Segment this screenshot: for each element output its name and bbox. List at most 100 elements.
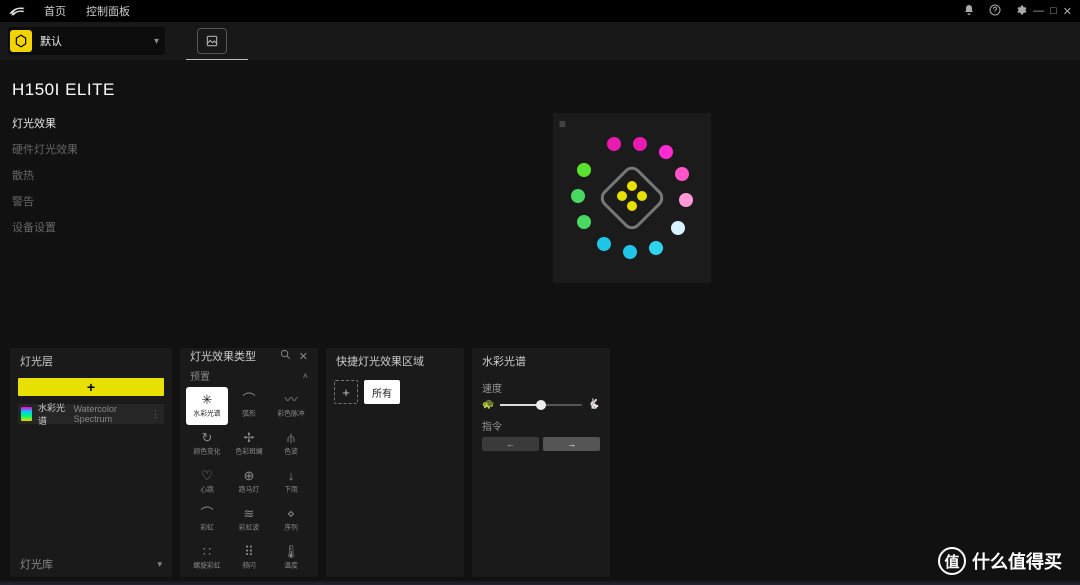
zone-all-chip[interactable]: 所有 (364, 380, 400, 404)
effect-label: 色彩斑斓 (235, 447, 262, 456)
ring-led[interactable] (607, 137, 621, 151)
notifications-icon[interactable] (963, 4, 975, 19)
effect-icon: ≋ (244, 507, 255, 520)
effect-label: 弧形 (242, 409, 256, 418)
sidebar-item[interactable]: 设备设置 (12, 214, 182, 240)
search-icon[interactable] (280, 349, 291, 363)
ring-led[interactable] (679, 193, 693, 207)
pump-led[interactable] (627, 181, 637, 191)
effect-type-cell[interactable]: ≋ 彩虹波 (228, 501, 270, 539)
preview-menu-icon[interactable]: ≡ (559, 117, 566, 131)
panel-title: 灯光层 (20, 353, 53, 369)
spectrum-swatch-icon (21, 407, 32, 421)
chevron-down-icon: ▾ (157, 559, 162, 570)
effect-type-cell[interactable]: 〰彩色脉冲 (270, 387, 312, 425)
effect-label: 彩虹波 (239, 523, 259, 532)
help-icon[interactable] (989, 4, 1001, 19)
effect-type-cell[interactable]: ∷螺旋彩虹 (186, 539, 228, 577)
ring-led[interactable] (675, 167, 689, 181)
direction-label: 指令 (482, 418, 600, 433)
add-layer-button[interactable]: + (18, 378, 164, 396)
effect-icon: ✳ (202, 393, 213, 406)
sidebar-item[interactable]: 散热 (12, 162, 182, 188)
panel-effect-type: 灯光效果类型 ✕ 预置 ˄ ✳ 水彩光谱 ⌒ 弧形 〰彩色脉冲 ↻颜色变化✢色彩斑斓⫛色波… (180, 348, 318, 577)
effect-label: 颜色变化 (193, 447, 220, 456)
slow-icon: 🐢 (482, 399, 494, 410)
effect-label: 下雨 (284, 485, 298, 494)
ring-led[interactable] (577, 163, 591, 177)
nav-home[interactable]: 首页 (44, 3, 66, 19)
ring-led[interactable] (633, 137, 647, 151)
profile-name: 默认 (40, 33, 154, 49)
pump-led[interactable] (637, 191, 647, 201)
sidebar-item[interactable]: 硬件灯光效果 (12, 136, 182, 162)
ring-led[interactable] (671, 221, 685, 235)
effect-label: 频闪 (242, 561, 256, 570)
effect-type-cell[interactable]: ✢色彩斑斓 (228, 425, 270, 463)
speed-slider[interactable] (500, 404, 581, 406)
effect-type-cell[interactable]: ⌒彩虹 (186, 501, 228, 539)
effect-label: 彩色脉冲 (277, 409, 304, 418)
layer-item[interactable]: 水彩光谱 Watercolor Spectrum ⋮ (18, 404, 164, 424)
speed-label: 速度 (482, 380, 600, 395)
more-icon[interactable]: ⋮ (151, 409, 160, 420)
effect-icon: ⠿ (244, 545, 254, 558)
effect-label: 水彩光谱 (193, 409, 220, 418)
ring-led[interactable] (649, 241, 663, 255)
fast-icon: 🐇 (588, 399, 600, 410)
ring-led[interactable] (623, 245, 637, 259)
device-title: H150I ELITE (12, 80, 182, 100)
close-icon[interactable]: ✕ (299, 350, 308, 363)
pump-led[interactable] (627, 201, 637, 211)
layer-name: 水彩光谱 (38, 401, 71, 427)
effect-label: 心跳 (200, 485, 214, 494)
effect-icon: ♡ (201, 469, 213, 482)
effect-label: 彩虹 (200, 523, 214, 532)
add-zone-button[interactable]: + (334, 380, 358, 404)
corsair-logo-icon (8, 3, 26, 20)
effect-type-cell[interactable]: ↓下雨 (270, 463, 312, 501)
effect-type-cell[interactable]: ♡ 心跳 (186, 463, 228, 501)
effect-icon: ⋄ (287, 507, 295, 520)
effect-type-cell[interactable]: ⋄序列 (270, 501, 312, 539)
profile-selector[interactable]: 默认 ▾ (8, 27, 165, 55)
sidebar-item[interactable]: 警告 (12, 188, 182, 214)
effect-icon: 🌡 (283, 545, 300, 558)
ring-led[interactable] (597, 237, 611, 251)
ring-led[interactable] (659, 145, 673, 159)
device-preview: ≡ (553, 113, 711, 283)
effect-label: 螺旋彩虹 (193, 561, 220, 570)
panel-quick-zone: 快捷灯光效果区域 + 所有 (326, 348, 464, 577)
effect-icon: ⊕ (244, 469, 255, 482)
effect-type-cell[interactable]: ⠿ 频闪 (228, 539, 270, 577)
chevron-down-icon: ▾ (154, 36, 159, 47)
direction-right-button[interactable]: → (543, 437, 600, 451)
nav-dashboard[interactable]: 控制面板 (86, 3, 130, 19)
sidebar-item[interactable]: 灯光效果 (12, 110, 182, 136)
window-close-icon[interactable]: ✕ (1063, 5, 1072, 18)
window-maximize-icon[interactable]: □ (1050, 5, 1057, 17)
effect-type-cell[interactable]: ✳ 水彩光谱 (186, 387, 228, 425)
ring-led[interactable] (577, 215, 591, 229)
panel-effect-settings: 水彩光谱 速度 🐢 🐇 指令 ← → (472, 348, 610, 577)
panel-title: 水彩光谱 (482, 353, 526, 369)
effect-type-cell[interactable]: ⊕ 跑马灯 (228, 463, 270, 501)
scene-tab[interactable] (197, 28, 227, 54)
effect-icon: ⌒ (242, 393, 255, 406)
panel-title: 灯光效果类型 (190, 348, 256, 364)
effect-icon: 〰 (284, 393, 297, 406)
direction-left-button[interactable]: ← (482, 437, 539, 451)
preset-toggle[interactable]: 预置 ˄ (180, 364, 318, 385)
light-library[interactable]: 灯光库 ▾ (10, 551, 172, 577)
pump-led[interactable] (617, 191, 627, 201)
settings-icon[interactable] (1015, 4, 1027, 19)
layer-sub: Watercolor Spectrum (74, 404, 151, 424)
effect-type-cell[interactable]: ⌒ 弧形 (228, 387, 270, 425)
effect-type-cell[interactable]: 🌡温度 (270, 539, 312, 577)
ring-led[interactable] (571, 189, 585, 203)
effect-type-cell[interactable]: ⫛色波 (270, 425, 312, 463)
effect-type-cell[interactable]: ↻颜色变化 (186, 425, 228, 463)
panel-light-layer: 灯光层 + 水彩光谱 Watercolor Spectrum ⋮ 灯光库 ▾ (10, 348, 172, 577)
window-minimize-icon[interactable]: — (1033, 5, 1044, 17)
effect-label: 跑马灯 (239, 485, 259, 494)
